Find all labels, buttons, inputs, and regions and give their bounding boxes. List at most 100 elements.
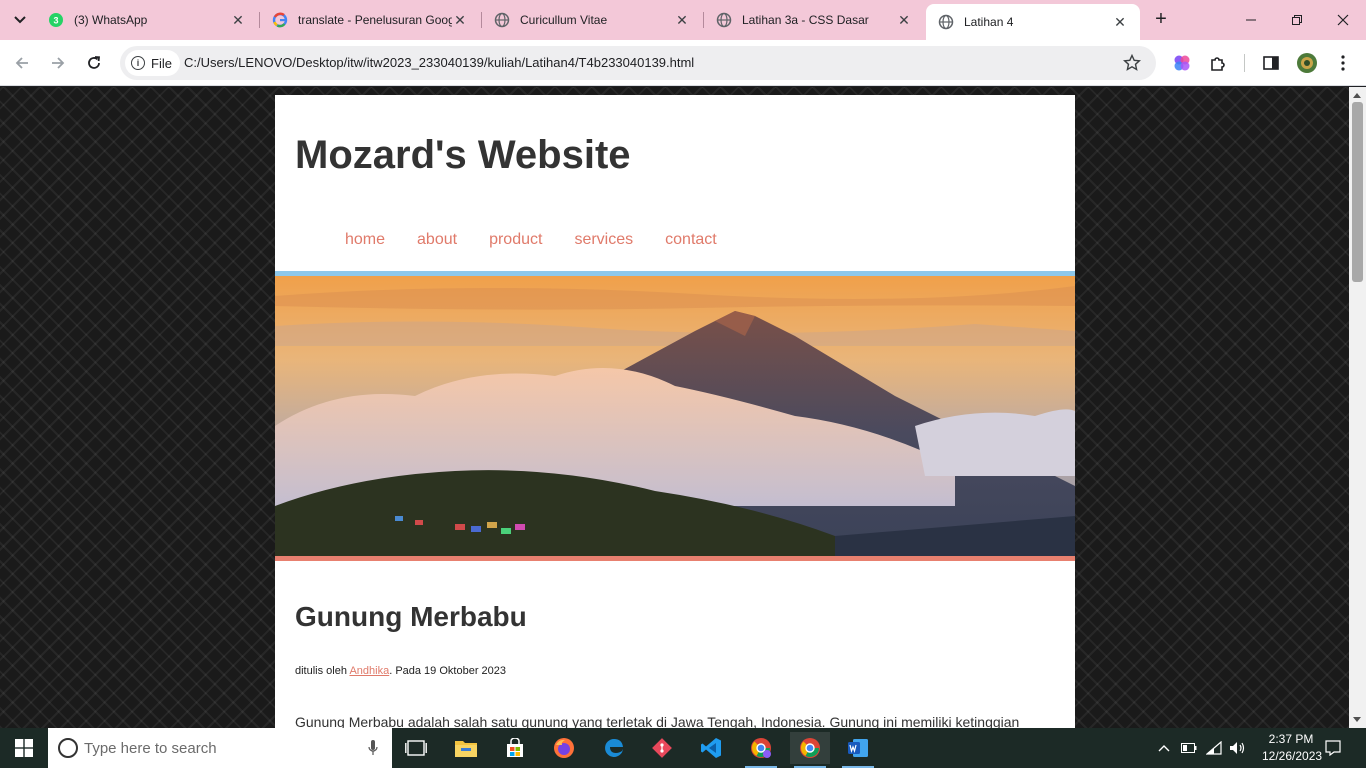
- article-title: Gunung Merbabu: [295, 601, 527, 632]
- avatar-icon: [1297, 53, 1317, 73]
- profile-avatar-button[interactable]: [1295, 51, 1319, 75]
- task-view-icon: [405, 740, 427, 756]
- close-icon[interactable]: ✕: [896, 12, 912, 28]
- arrow-right-icon: [52, 57, 65, 69]
- puzzle-icon: [1211, 57, 1225, 71]
- menu-item-contact[interactable]: contact: [665, 231, 717, 249]
- side-panel-button[interactable]: [1259, 51, 1283, 75]
- site-info-chip[interactable]: i File: [125, 50, 180, 76]
- tab-strip: 3 (3) WhatsApp ✕ translate - Penelusuran…: [0, 0, 1366, 40]
- vertical-scrollbar[interactable]: [1349, 87, 1366, 728]
- chevron-down-icon: [14, 16, 26, 24]
- tab-whatsapp[interactable]: 3 (3) WhatsApp ✕: [36, 0, 258, 40]
- browser-toolbar: i File C:/Users/LENOVO/Desktop/itw/itw20…: [0, 40, 1366, 86]
- taskbar-search[interactable]: Type here to search: [48, 728, 392, 768]
- scrollbar-thumb[interactable]: [1352, 102, 1363, 282]
- word-button[interactable]: [838, 732, 878, 768]
- mountain-landscape-image: [275, 276, 1075, 556]
- vscode-icon: [701, 738, 721, 758]
- system-clock[interactable]: 2:37 PM 12/26/2023: [1262, 731, 1323, 765]
- chevron-up-icon: [1158, 745, 1170, 752]
- article-body: Gunung Merbabu adalah salah satu gunung …: [295, 714, 1020, 728]
- tab-latihan-4[interactable]: Latihan 4 ✕: [926, 4, 1140, 40]
- microsoft-store-icon: [507, 738, 523, 757]
- battery-button[interactable]: [1178, 728, 1200, 768]
- menu-item-about[interactable]: about: [417, 231, 457, 249]
- extension-colorful-icon: [1174, 55, 1190, 71]
- address-bar[interactable]: i File C:/Users/LENOVO/Desktop/itw/itw20…: [120, 46, 1156, 80]
- author-link[interactable]: Andhika: [349, 665, 389, 677]
- tab-title: Latihan 3a - CSS Dasar: [742, 13, 869, 27]
- close-window-button[interactable]: [1320, 0, 1366, 40]
- back-button[interactable]: [10, 51, 34, 75]
- notification-icon: [1325, 740, 1341, 756]
- extensions-menu-button[interactable]: [1206, 51, 1230, 75]
- whatsapp-badge: 3: [53, 16, 58, 26]
- close-icon[interactable]: ✕: [452, 12, 468, 28]
- word-icon: [848, 739, 868, 757]
- menu-item-product[interactable]: product: [489, 231, 542, 249]
- tab-title: Curicullum Vitae: [520, 13, 608, 27]
- globe-icon: [938, 14, 954, 30]
- tab-curriculum-vitae[interactable]: Curicullum Vitae ✕: [482, 0, 702, 40]
- close-icon[interactable]: ✕: [1112, 14, 1128, 30]
- tab-search-button[interactable]: [8, 8, 32, 32]
- chrome-profile-button[interactable]: [741, 732, 781, 768]
- kebab-menu-icon: [1341, 55, 1345, 71]
- battery-icon: [1181, 743, 1197, 753]
- chrome-icon: [800, 738, 820, 758]
- tab-latihan-3a[interactable]: Latihan 3a - CSS Dasar ✕: [704, 0, 924, 40]
- windows-taskbar: Type here to search 2:37 PM 12/26/2023: [0, 728, 1366, 768]
- page-viewport: Mozard's Website home about product serv…: [0, 87, 1349, 728]
- reload-button[interactable]: [82, 51, 106, 75]
- cortana-icon: [58, 738, 78, 758]
- url-text[interactable]: C:/Users/LENOVO/Desktop/itw/itw2023_2330…: [184, 55, 694, 70]
- minimize-icon: [1246, 19, 1256, 21]
- microsoft-store-button[interactable]: [495, 732, 535, 764]
- forward-button[interactable]: [46, 51, 70, 75]
- tab-title: (3) WhatsApp: [74, 13, 148, 27]
- main-menu: home about product services contact: [345, 231, 749, 249]
- hero-bottom-border: [275, 556, 1075, 561]
- firefox-button[interactable]: [544, 732, 584, 764]
- network-button[interactable]: [1203, 728, 1225, 768]
- show-hidden-icons-button[interactable]: [1152, 728, 1176, 768]
- scroll-up-arrow[interactable]: [1353, 93, 1361, 98]
- chrome-menu-button[interactable]: [1331, 51, 1355, 75]
- clock-time: 2:37 PM: [1268, 732, 1314, 746]
- article-meta: ditulis oleh Andhika. Pada 19 Oktober 20…: [295, 665, 506, 677]
- google-icon: [272, 12, 288, 28]
- scroll-down-arrow[interactable]: [1353, 717, 1361, 722]
- close-icon[interactable]: ✕: [230, 12, 246, 28]
- extension-button[interactable]: [1170, 51, 1194, 75]
- firefox-icon: [554, 738, 574, 758]
- hero-image: [275, 276, 1075, 556]
- restore-button[interactable]: [1274, 0, 1320, 40]
- volume-button[interactable]: [1227, 728, 1249, 768]
- search-placeholder: Type here to search: [84, 740, 217, 757]
- notification-center-button[interactable]: [1320, 728, 1346, 768]
- task-view-button[interactable]: [396, 732, 436, 764]
- edge-button[interactable]: [594, 732, 634, 764]
- tab-translate[interactable]: translate - Penelusuran Goog ✕: [260, 0, 480, 40]
- star-icon: [1123, 54, 1141, 71]
- close-icon[interactable]: ✕: [674, 12, 690, 28]
- vscode-button[interactable]: [691, 732, 731, 764]
- menu-item-home[interactable]: home: [345, 231, 385, 249]
- clock-date: 12/26/2023: [1262, 749, 1323, 763]
- menu-item-services[interactable]: services: [574, 231, 633, 249]
- close-icon: [1337, 14, 1349, 26]
- chrome-profile-icon: [751, 738, 771, 758]
- bookmark-star-button[interactable]: [1122, 53, 1142, 73]
- microphone-icon[interactable]: [368, 740, 378, 756]
- reload-icon: [88, 56, 100, 69]
- info-icon: i: [131, 56, 145, 70]
- start-button[interactable]: [0, 728, 48, 768]
- new-tab-button[interactable]: +: [1150, 8, 1172, 30]
- file-explorer-icon: [455, 741, 477, 757]
- tab-title: Latihan 4: [964, 15, 1014, 29]
- git-button[interactable]: [642, 732, 682, 764]
- chrome-button[interactable]: [790, 732, 830, 768]
- file-explorer-button[interactable]: [446, 732, 486, 764]
- minimize-button[interactable]: [1228, 0, 1274, 40]
